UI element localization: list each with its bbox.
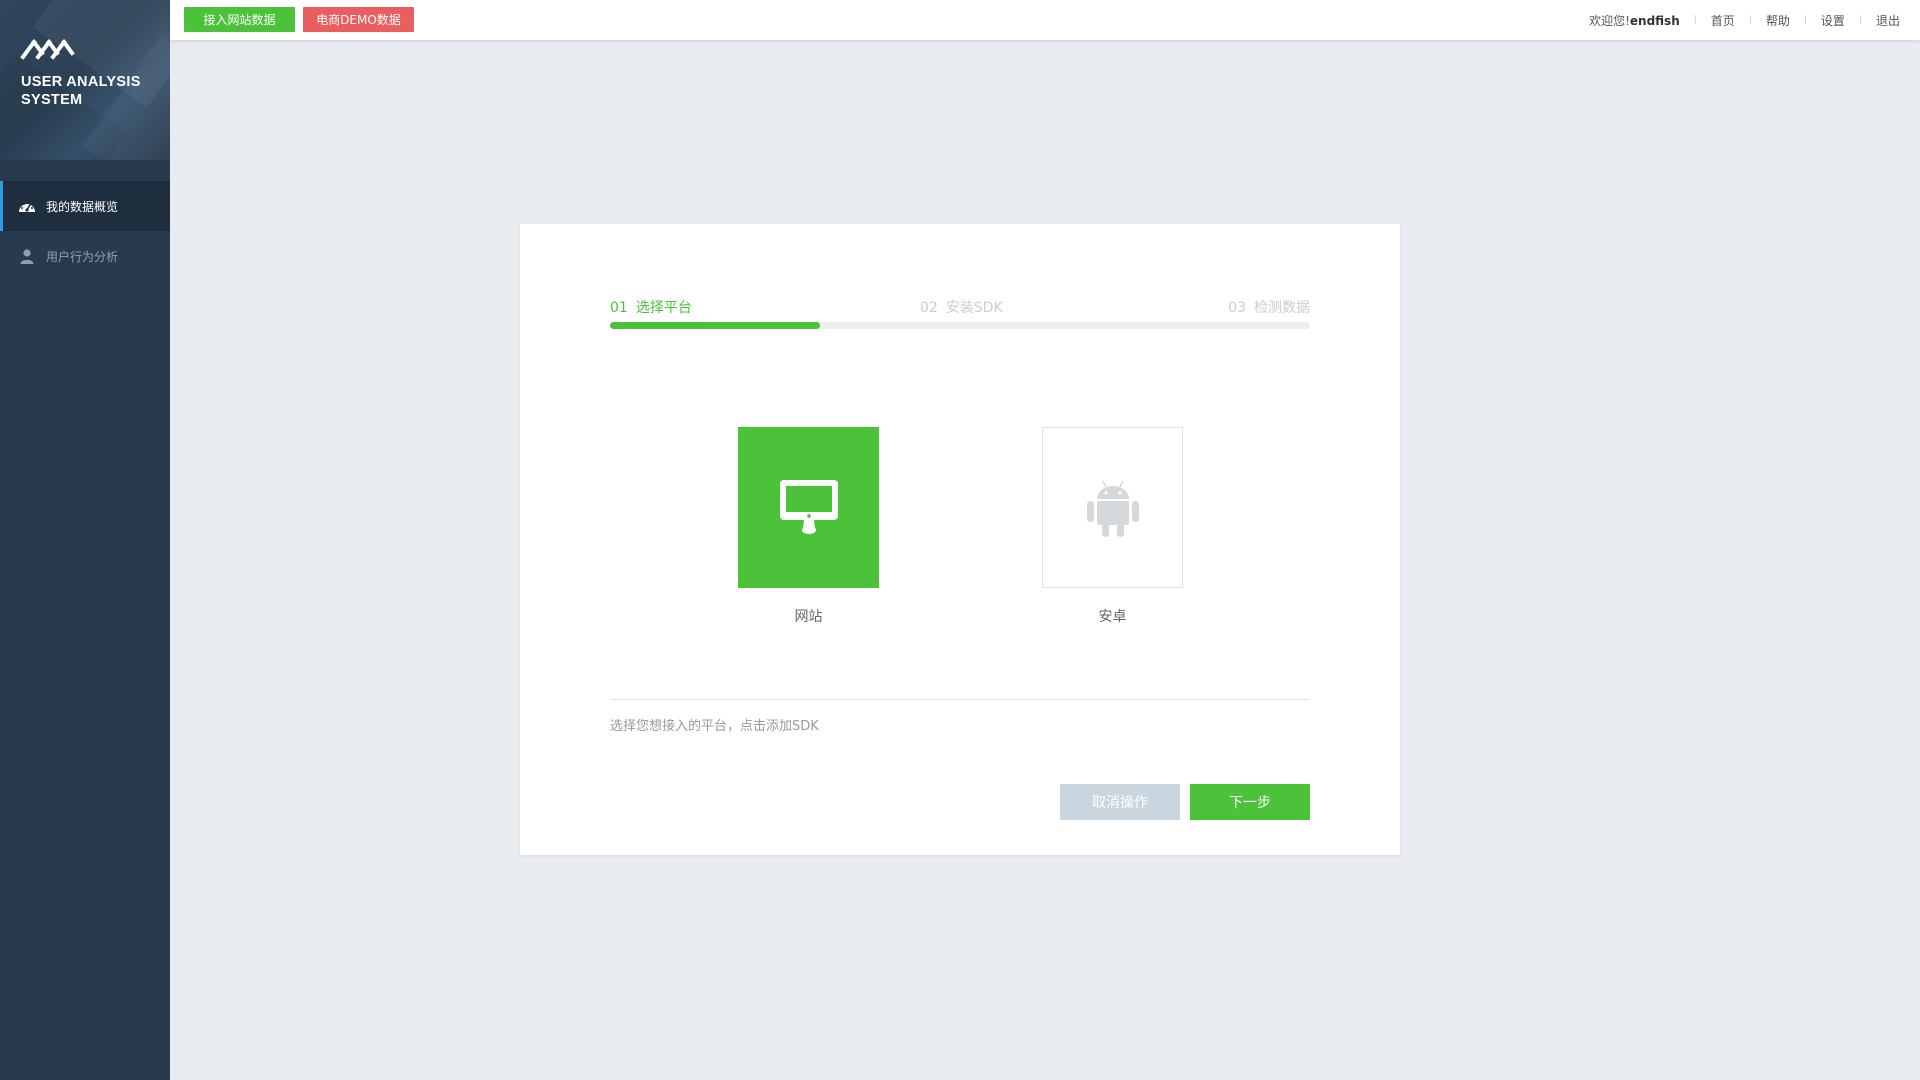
divider bbox=[610, 699, 1310, 700]
top-header: 接入网站数据 电商DEMO数据 欢迎您!endfish | 首页 | 帮助 | … bbox=[170, 0, 1920, 40]
platform-label-website: 网站 bbox=[794, 609, 823, 625]
nav-link-home[interactable]: 首页 bbox=[1711, 12, 1735, 29]
platform-option-android[interactable] bbox=[1042, 427, 1183, 588]
nav-separator: | bbox=[1748, 15, 1752, 25]
brand-area: USER ANALYSIS SYSTEM bbox=[0, 0, 170, 160]
next-step-button[interactable]: 下一步 bbox=[1190, 784, 1310, 820]
brand-title: USER ANALYSIS SYSTEM bbox=[21, 74, 141, 108]
username: endfish bbox=[1629, 13, 1680, 28]
monitor-icon bbox=[779, 479, 838, 534]
setup-wizard-card: 01 选择平台 02 安装SDK 03 检测数据 网站 安卓 选择您想接入的平台… bbox=[520, 224, 1400, 855]
user-icon bbox=[18, 248, 36, 264]
welcome-text: 欢迎您!endfish bbox=[1589, 13, 1680, 28]
sidebar-item-label: 我的数据概览 bbox=[46, 199, 119, 214]
nav-separator: | bbox=[1693, 15, 1697, 25]
progress-fill bbox=[610, 322, 820, 329]
step-select-platform: 01 选择平台 bbox=[610, 300, 692, 316]
top-nav: 欢迎您!endfish | 首页 | 帮助 | 设置 | 退出 bbox=[1589, 0, 1900, 40]
platform-label-android: 安卓 bbox=[1098, 609, 1127, 625]
nav-separator: | bbox=[1803, 15, 1807, 25]
sidebar-item-user-behavior[interactable]: 用户行为分析 bbox=[0, 231, 170, 281]
nav-link-logout[interactable]: 退出 bbox=[1876, 12, 1900, 29]
brand-logo-icon[interactable] bbox=[20, 36, 76, 62]
step-install-sdk: 02 安装SDK bbox=[920, 300, 1003, 316]
nav-link-settings[interactable]: 设置 bbox=[1821, 12, 1845, 29]
platform-option-website[interactable] bbox=[738, 427, 879, 588]
wizard-steps: 01 选择平台 02 安装SDK 03 检测数据 bbox=[610, 297, 1310, 337]
dashboard-icon bbox=[18, 198, 36, 214]
sidebar: USER ANALYSIS SYSTEM 我的数据概览 用户行为分析 bbox=[0, 0, 170, 1080]
sidebar-item-data-overview[interactable]: 我的数据概览 bbox=[0, 181, 170, 231]
step-check-data: 03 检测数据 bbox=[1228, 300, 1310, 316]
cancel-button[interactable]: 取消操作 bbox=[1060, 784, 1180, 820]
sidebar-item-label: 用户行为分析 bbox=[46, 249, 119, 264]
nav-separator: | bbox=[1858, 15, 1862, 25]
android-icon bbox=[1086, 480, 1139, 537]
nav-link-help[interactable]: 帮助 bbox=[1766, 12, 1790, 29]
progress-track bbox=[610, 322, 1310, 329]
platform-hint-text: 选择您想接入的平台，点击添加SDK bbox=[610, 719, 819, 734]
connect-website-button[interactable]: 接入网站数据 bbox=[184, 7, 295, 32]
ecommerce-demo-button[interactable]: 电商DEMO数据 bbox=[303, 7, 414, 32]
